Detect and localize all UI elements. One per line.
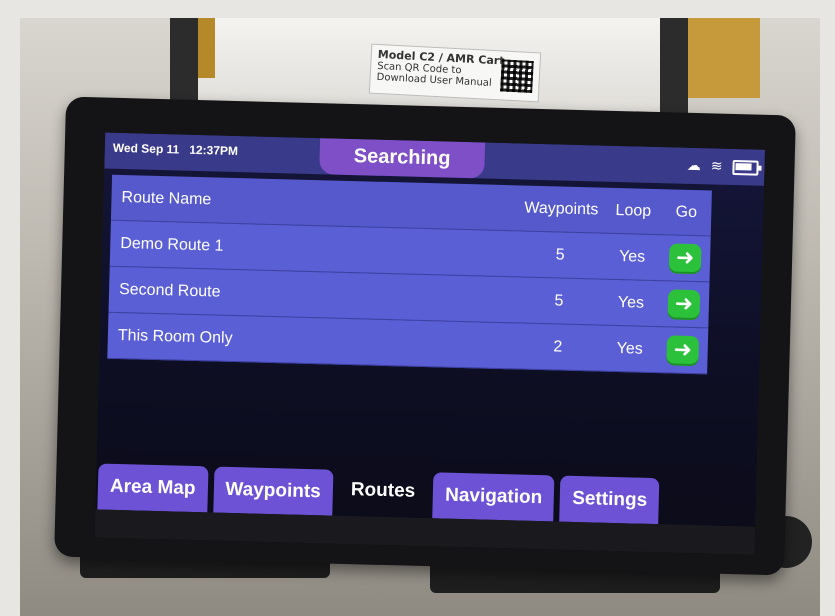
route-name: This Room Only: [117, 326, 233, 347]
wood-panel: [680, 18, 760, 98]
route-loop: Yes: [617, 293, 645, 312]
tab-settings[interactable]: Settings: [559, 475, 660, 525]
header-loop: Loop: [615, 201, 652, 220]
arrow-right-icon: ➜: [673, 336, 693, 362]
go-button[interactable]: ➜: [668, 242, 702, 274]
arrow-right-icon: ➜: [675, 244, 695, 270]
route-name: Demo Route 1: [120, 234, 224, 255]
status-date: Wed Sep 11: [112, 140, 180, 157]
status-badge: Searching: [319, 138, 486, 179]
tab-routes[interactable]: Routes: [338, 464, 428, 518]
route-waypoints: 5: [554, 291, 564, 310]
route-waypoints: 5: [555, 245, 565, 264]
header-go: Go: [675, 203, 698, 221]
tab-area-map[interactable]: Area Map: [97, 463, 209, 513]
datetime: Wed Sep 11 12:37PM: [113, 141, 239, 158]
route-name: Second Route: [118, 280, 221, 301]
route-loop: Yes: [618, 247, 646, 266]
cart-manual-label: Model C2 / AMR Cart Scan QR Code to Down…: [368, 43, 542, 103]
header-route-name: Route Name: [121, 188, 212, 208]
route-table: Route Name Waypoints Loop Go Demo Route …: [107, 174, 712, 375]
header-waypoints: Waypoints: [524, 199, 599, 218]
route-waypoints: 2: [553, 337, 563, 356]
route-loop: Yes: [616, 339, 644, 358]
status-time: 12:37PM: [189, 142, 239, 159]
qr-code-icon: [500, 59, 534, 94]
go-button[interactable]: ➜: [667, 288, 701, 320]
photo-background: Model C2 / AMR Cart Scan QR Code to Down…: [20, 18, 820, 616]
status-icons: ☁ ≋: [687, 158, 759, 176]
cloud-icon: ☁: [686, 157, 702, 175]
tab-navigation[interactable]: Navigation: [432, 472, 555, 522]
go-button[interactable]: ➜: [666, 334, 700, 366]
battery-icon: [732, 159, 759, 176]
app-screen: Wed Sep 11 12:37PM Searching ☁ ≋ Route N…: [94, 132, 765, 555]
tablet-device: Wed Sep 11 12:37PM Searching ☁ ≋ Route N…: [54, 96, 796, 576]
wifi-icon: ≋: [710, 158, 723, 175]
arrow-right-icon: ➜: [674, 290, 694, 316]
tab-waypoints[interactable]: Waypoints: [212, 466, 334, 516]
